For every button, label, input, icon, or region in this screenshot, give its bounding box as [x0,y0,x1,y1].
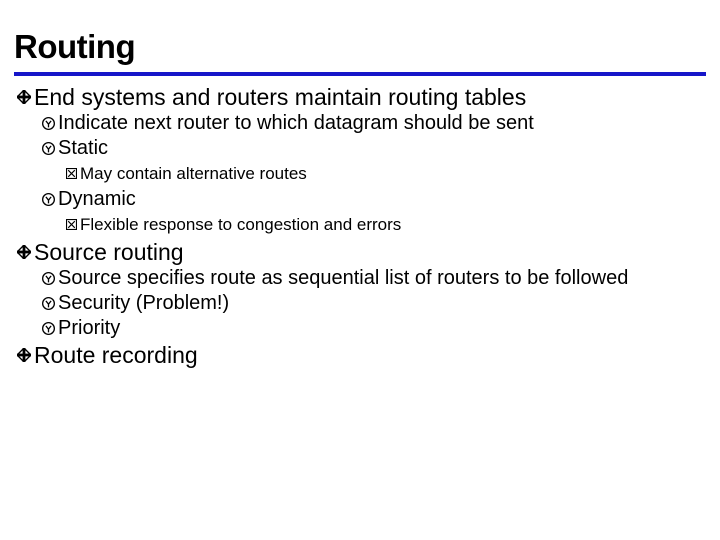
bullet-l1: Source routing [14,239,706,265]
circle-y-icon [38,112,58,135]
bullet-text: Priority [58,317,706,340]
slide-title: Routing [14,28,706,66]
bullet-l1: End systems and routers maintain routing… [14,84,706,110]
bullet-l3: May contain alternative routes [14,164,706,184]
circle-y-icon [38,292,58,315]
bullet-l2: Static [14,137,706,160]
bullet-text: Flexible response to congestion and erro… [80,215,706,235]
circle-y-icon [38,188,58,211]
bullet-text: May contain alternative routes [80,164,706,184]
bullet-l2: Security (Problem!) [14,292,706,315]
bullet-text: Indicate next router to which datagram s… [58,112,706,135]
title-rule [14,72,706,76]
bullet-text: Source specifies route as sequential lis… [58,267,706,290]
bullet-l2: Indicate next router to which datagram s… [14,112,706,135]
bullet-l2: Dynamic [14,188,706,211]
bullet-l2: Priority [14,317,706,340]
circle-y-icon [38,137,58,160]
bullet-l1: Route recording [14,342,706,368]
circle-y-icon [38,267,58,290]
bullet-text: End systems and routers maintain routing… [34,84,706,110]
bullet-text: Dynamic [58,188,706,211]
bullet-text: Security (Problem!) [58,292,706,315]
bullet-text: Route recording [34,342,706,368]
dingbat-icon [14,239,34,265]
dingbat-icon [14,84,34,110]
dingbat-icon [14,342,34,368]
bullet-l3: Flexible response to congestion and erro… [14,215,706,235]
bullet-text: Static [58,137,706,160]
circle-y-icon [38,317,58,340]
box-x-icon [62,215,80,234]
bullet-l2: Source specifies route as sequential lis… [14,267,706,290]
bullet-text: Source routing [34,239,706,265]
box-x-icon [62,164,80,183]
